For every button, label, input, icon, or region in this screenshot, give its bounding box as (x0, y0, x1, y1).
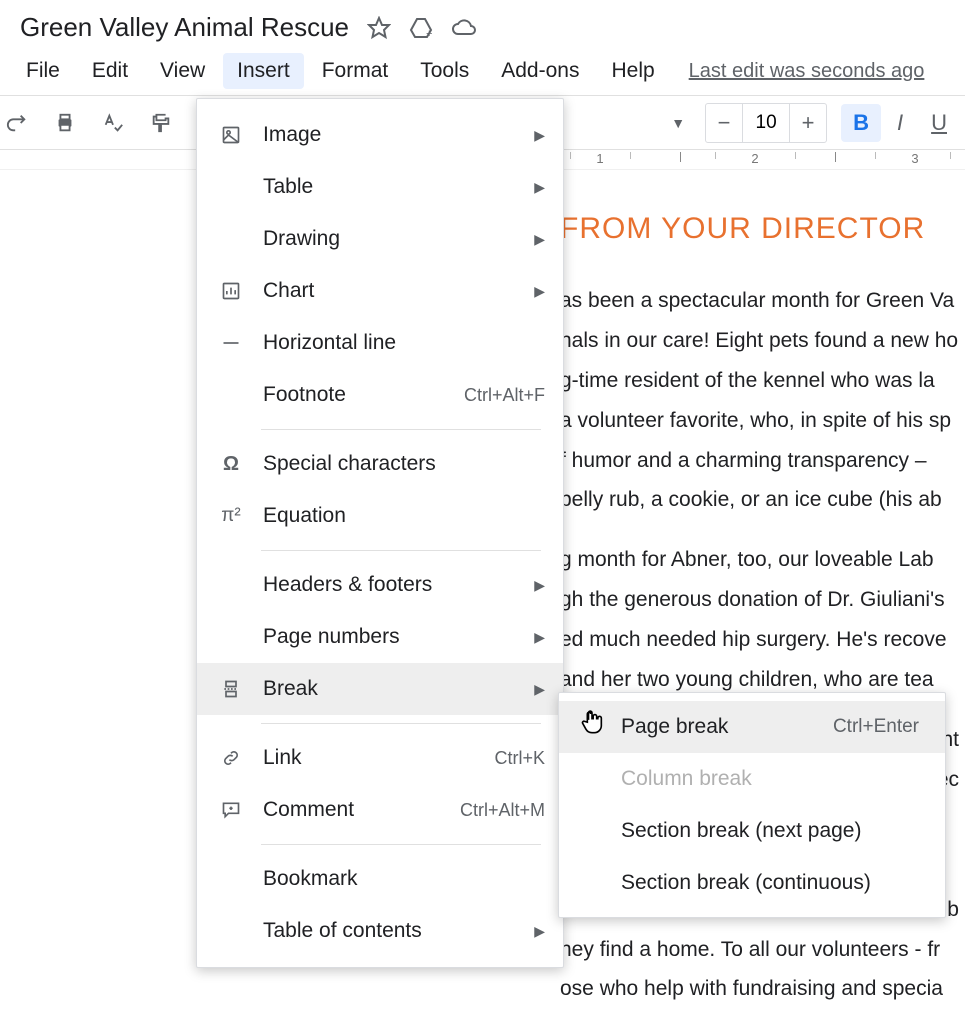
paragraph-2: g month for Abner, too, our loveable Lab… (560, 540, 965, 700)
cloud-icon[interactable] (451, 16, 477, 40)
menu-item-special-characters[interactable]: Ω Special characters (197, 438, 563, 490)
comment-icon (219, 800, 243, 820)
submenu-arrow-icon: ▶ (534, 577, 545, 594)
submenu-arrow-icon: ▶ (534, 127, 545, 144)
menu-tools[interactable]: Tools (406, 53, 483, 89)
shortcut-label: Ctrl+K (494, 748, 545, 769)
menu-separator (261, 550, 541, 551)
redo-icon[interactable] (0, 106, 34, 140)
chart-icon (219, 281, 243, 301)
drive-icon[interactable]: + (409, 16, 433, 40)
menu-item-table-of-contents[interactable]: Table of contents ▶ (197, 905, 563, 957)
print-icon[interactable] (48, 106, 82, 140)
document-title[interactable]: Green Valley Animal Rescue (20, 12, 349, 43)
menu-item-chart[interactable]: Chart ▶ (197, 265, 563, 317)
menu-view[interactable]: View (146, 53, 219, 89)
menu-edit[interactable]: Edit (78, 53, 142, 89)
menu-addons[interactable]: Add-ons (487, 53, 593, 89)
shortcut-label: Ctrl+Enter (833, 716, 919, 738)
shortcut-label: Ctrl+Alt+F (464, 385, 545, 406)
menu-format[interactable]: Format (308, 53, 403, 89)
submenu-item-page-break[interactable]: Page break Ctrl+Enter (559, 701, 945, 753)
submenu-item-column-break: Column break (559, 753, 945, 805)
ruler-tick-2: 2 (751, 151, 758, 166)
menu-item-image[interactable]: Image ▶ (197, 109, 563, 161)
title-bar: Green Valley Animal Rescue + (0, 0, 965, 47)
horizontal-line-icon (219, 333, 243, 353)
submenu-arrow-icon: ▶ (534, 179, 545, 196)
menu-file[interactable]: File (12, 53, 74, 89)
menu-item-link[interactable]: Link Ctrl+K (197, 732, 563, 784)
svg-text:+: + (426, 28, 432, 40)
menu-item-comment[interactable]: Comment Ctrl+Alt+M (197, 784, 563, 836)
menu-item-bookmark[interactable]: Bookmark (197, 853, 563, 905)
paint-format-icon[interactable] (144, 106, 178, 140)
menu-item-break[interactable]: Break ▶ (197, 663, 563, 715)
submenu-item-section-break-continuous[interactable]: Section break (continuous) (559, 857, 945, 909)
menu-separator (261, 844, 541, 845)
break-submenu: Page break Ctrl+Enter Column break Secti… (558, 692, 946, 918)
menu-insert[interactable]: Insert (223, 53, 304, 89)
font-size-increase-button[interactable]: + (790, 104, 826, 142)
shortcut-label: Ctrl+Alt+M (460, 800, 545, 821)
italic-button[interactable]: I (885, 104, 915, 142)
submenu-arrow-icon: ▶ (534, 923, 545, 940)
menu-item-headers-footers[interactable]: Headers & footers ▶ (197, 559, 563, 611)
menu-separator (261, 723, 541, 724)
menu-item-table[interactable]: Table ▶ (197, 161, 563, 213)
last-edit-link[interactable]: Last edit was seconds ago (689, 60, 925, 83)
document-heading: FROM YOUR DIRECTOR (560, 200, 965, 257)
font-dropdown-caret-icon[interactable]: ▼ (665, 109, 691, 137)
menu-help[interactable]: Help (597, 53, 668, 89)
menu-item-equation[interactable]: π² Equation (197, 490, 563, 542)
submenu-arrow-icon: ▶ (534, 681, 545, 698)
bold-button[interactable]: B (841, 104, 881, 142)
spellcheck-icon[interactable] (96, 106, 130, 140)
menu-item-page-numbers[interactable]: Page numbers ▶ (197, 611, 563, 663)
omega-icon: Ω (219, 453, 243, 476)
paragraph-1: as been a spectacular month for Green Va… (560, 281, 965, 520)
menu-item-drawing[interactable]: Drawing ▶ (197, 213, 563, 265)
star-icon[interactable] (367, 16, 391, 40)
submenu-arrow-icon: ▶ (534, 231, 545, 248)
link-icon (219, 748, 243, 768)
ruler-tick-1: 1 (596, 151, 603, 166)
menu-item-horizontal-line[interactable]: Horizontal line (197, 317, 563, 369)
submenu-arrow-icon: ▶ (534, 283, 545, 300)
ruler-tick-3: 3 (911, 151, 918, 166)
font-size-stepper: − + (705, 103, 827, 143)
font-size-decrease-button[interactable]: − (706, 104, 742, 142)
menu-bar: File Edit View Insert Format Tools Add-o… (0, 47, 965, 96)
submenu-arrow-icon: ▶ (534, 629, 545, 646)
menu-separator (261, 429, 541, 430)
image-icon (219, 125, 243, 145)
menu-item-footnote[interactable]: Footnote Ctrl+Alt+F (197, 369, 563, 421)
insert-menu: Image ▶ Table ▶ Drawing ▶ Chart ▶ Horizo… (196, 98, 564, 968)
font-size-input[interactable] (742, 104, 790, 142)
submenu-item-section-break-next-page[interactable]: Section break (next page) (559, 805, 945, 857)
pi-icon: π² (219, 505, 243, 527)
underline-button[interactable]: U (919, 104, 959, 142)
page-break-icon (219, 679, 243, 699)
